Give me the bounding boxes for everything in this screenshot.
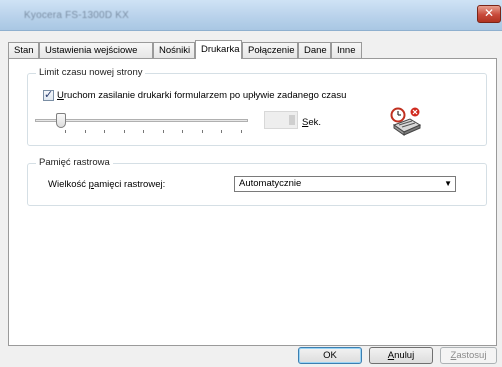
timeout-slider-thumb[interactable]: [56, 113, 66, 128]
raster-memory-label: Wielkość pamięci rastrowej:: [48, 179, 166, 190]
tab-ustawienia-wejsciowe[interactable]: Ustawienia wejściowe: [39, 42, 153, 58]
tab-nosniki[interactable]: Nośniki: [153, 42, 195, 58]
ok-button[interactable]: OK: [298, 347, 362, 364]
close-icon: ✕: [483, 6, 495, 20]
apply-button[interactable]: Zastosuj: [440, 347, 497, 364]
seconds-unit-label: Sek.: [302, 117, 322, 128]
raster-memory-select[interactable]: Automatycznie ▼: [234, 176, 456, 192]
raster-memory-select-value: Automatycznie: [239, 178, 302, 189]
timeout-slider-track[interactable]: [35, 119, 248, 122]
close-button[interactable]: ✕: [477, 5, 501, 23]
tab-stan[interactable]: Stan: [8, 42, 39, 58]
tab-drukarka[interactable]: Drukarka: [195, 40, 242, 59]
properties-dialog: Kyocera FS-1300D KX ✕ Stan Ustawienia we…: [0, 0, 502, 367]
window-title: Kyocera FS-1300D KX: [24, 10, 129, 21]
cancel-button[interactable]: Anuluj: [369, 347, 433, 364]
form-feed-timeout-label: Uruchom zasilanie drukarki formularzem p…: [57, 90, 347, 101]
tab-dane[interactable]: Dane: [298, 42, 331, 58]
form-feed-clock-printer-icon: [390, 107, 422, 136]
raster-memory-group-title: Pamięć rastrowa: [36, 157, 113, 168]
timeout-seconds-input[interactable]: [264, 111, 298, 129]
title-bar[interactable]: Kyocera FS-1300D KX ✕: [0, 0, 502, 31]
timeout-group-title: Limit czasu nowej strony: [36, 67, 146, 78]
chevron-down-icon[interactable]: ▼: [444, 177, 452, 191]
spin-arrows-icon[interactable]: [289, 115, 295, 125]
form-feed-timeout-checkbox[interactable]: [43, 88, 54, 101]
tab-polaczenie[interactable]: Połączenie: [242, 42, 298, 58]
tab-inne[interactable]: Inne: [331, 42, 362, 58]
